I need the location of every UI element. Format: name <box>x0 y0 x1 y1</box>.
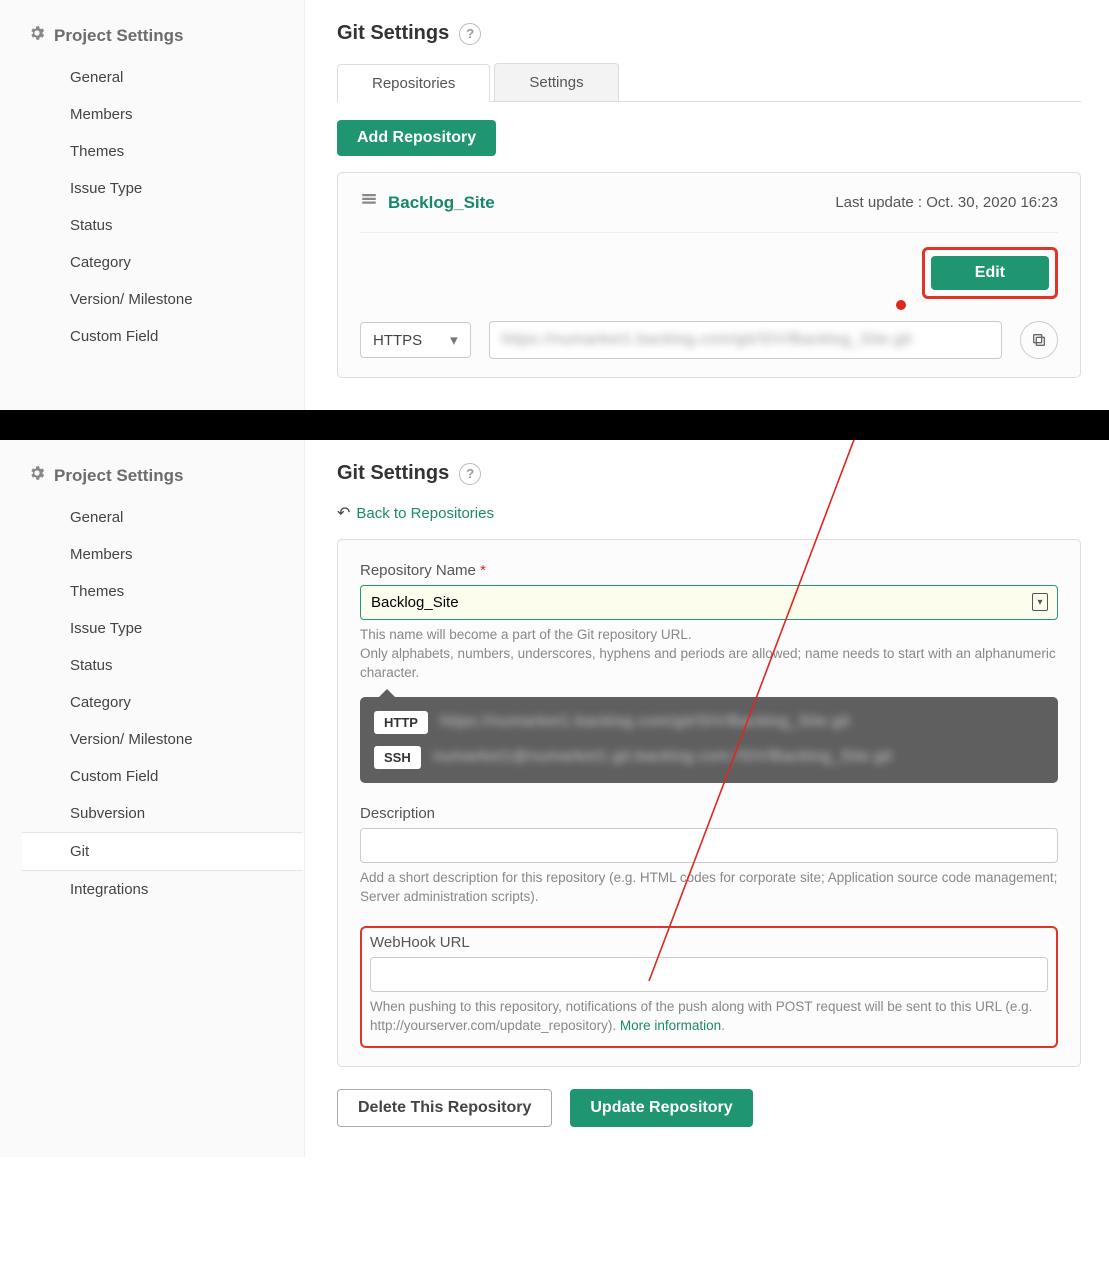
sidebar-item-custom-field[interactable]: Custom Field <box>54 758 304 795</box>
gear-icon <box>28 464 46 487</box>
autofill-icon: ▾ <box>1032 593 1048 611</box>
ssh-url: numarket1@numarket1.git.backlog.com:/SIV… <box>433 748 893 766</box>
sidebar-item-integrations[interactable]: Integrations <box>54 871 304 908</box>
page-title: Git Settings <box>337 462 449 485</box>
edit-highlight: Edit <box>922 247 1058 299</box>
repo-name-input[interactable] <box>360 585 1058 620</box>
sidebar-item-themes[interactable]: Themes <box>54 573 304 610</box>
description-hint: Add a short description for this reposit… <box>360 869 1058 907</box>
sidebar-item-issue-type[interactable]: Issue Type <box>54 170 304 207</box>
sidebar-bottom: Project Settings General Members Themes … <box>0 440 305 1157</box>
sidebar-title: Project Settings <box>54 466 183 486</box>
sidebar-item-version-milestone[interactable]: Version/ Milestone <box>54 281 304 318</box>
webhook-hint: When pushing to this repository, notific… <box>370 998 1048 1036</box>
http-chip: HTTP <box>374 711 428 734</box>
sidebar-item-issue-type[interactable]: Issue Type <box>54 610 304 647</box>
sidebar-item-status[interactable]: Status <box>54 207 304 244</box>
repo-name-hint: This name will become a part of the Git … <box>360 626 1058 683</box>
sidebar-item-subversion[interactable]: Subversion <box>54 795 304 832</box>
update-repository-button[interactable]: Update Repository <box>570 1089 752 1127</box>
webhook-label: WebHook URL <box>370 934 1048 951</box>
tab-repositories[interactable]: Repositories <box>337 64 490 102</box>
annotation-dot <box>896 300 906 310</box>
back-to-repositories-link[interactable]: Back to Repositories <box>356 505 494 522</box>
page-title: Git Settings <box>337 22 449 45</box>
http-url: https://numarket1.backlog.com/git/SIV/Ba… <box>440 713 850 731</box>
sidebar-item-members[interactable]: Members <box>54 536 304 573</box>
webhook-highlight: WebHook URL When pushing to this reposit… <box>360 926 1058 1048</box>
ssh-chip: SSH <box>374 746 421 769</box>
add-repository-button[interactable]: Add Repository <box>337 120 496 156</box>
help-icon[interactable]: ? <box>459 23 481 45</box>
repo-last-update: Last update : Oct. 30, 2020 16:23 <box>835 194 1058 211</box>
gear-icon <box>28 24 46 47</box>
delete-repository-button[interactable]: Delete This Repository <box>337 1089 552 1127</box>
webhook-url-input[interactable] <box>370 957 1048 992</box>
repo-icon <box>360 191 378 214</box>
help-icon[interactable]: ? <box>459 463 481 485</box>
description-input[interactable] <box>360 828 1058 863</box>
copy-url-button[interactable] <box>1020 321 1058 359</box>
sidebar-item-general[interactable]: General <box>54 59 304 96</box>
clone-urls-box: HTTP https://numarket1.backlog.com/git/S… <box>360 697 1058 783</box>
webhook-more-info-link[interactable]: More information <box>620 1018 721 1033</box>
edit-repo-button[interactable]: Edit <box>931 256 1049 290</box>
repo-name-link[interactable]: Backlog_Site <box>388 193 495 213</box>
sidebar-top: Project Settings General Members Themes … <box>0 0 305 410</box>
description-label: Description <box>360 805 1058 822</box>
protocol-dropdown[interactable]: HTTPS ▾ <box>360 322 471 358</box>
sidebar-item-status[interactable]: Status <box>54 647 304 684</box>
sidebar-item-general[interactable]: General <box>54 499 304 536</box>
clone-url-field[interactable]: https://numarket1.backlog.com/git/SIV/Ba… <box>489 321 1002 359</box>
sidebar-item-themes[interactable]: Themes <box>54 133 304 170</box>
repository-card: Backlog_Site Last update : Oct. 30, 2020… <box>337 172 1081 378</box>
sidebar-item-category[interactable]: Category <box>54 244 304 281</box>
repo-name-label: Repository Name * <box>360 562 1058 579</box>
edit-repo-form: Repository Name * ▾ This name will becom… <box>337 539 1081 1067</box>
tab-settings[interactable]: Settings <box>494 63 618 101</box>
sidebar-item-category[interactable]: Category <box>54 684 304 721</box>
back-icon: ↶ <box>337 503 350 523</box>
sidebar-title: Project Settings <box>54 26 183 46</box>
sidebar-item-members[interactable]: Members <box>54 96 304 133</box>
sidebar-item-version-milestone[interactable]: Version/ Milestone <box>54 721 304 758</box>
chevron-down-icon: ▾ <box>450 331 458 349</box>
sidebar-item-custom-field[interactable]: Custom Field <box>54 318 304 355</box>
sidebar-item-git[interactable]: Git <box>22 832 304 871</box>
